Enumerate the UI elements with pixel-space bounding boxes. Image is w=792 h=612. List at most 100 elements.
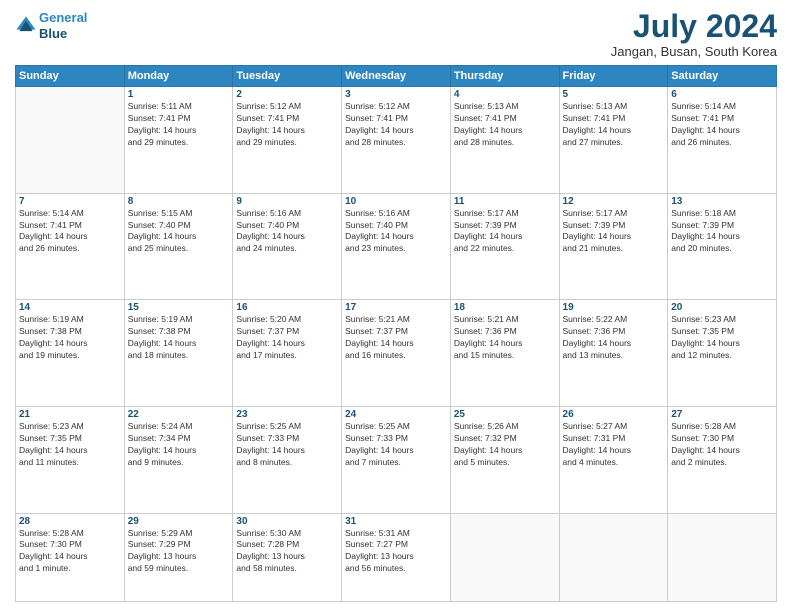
day-number: 24 (345, 409, 447, 420)
day-info: Sunrise: 5:25 AM Sunset: 7:33 PM Dayligh… (236, 421, 338, 469)
header-friday: Friday (559, 66, 668, 87)
table-row (668, 513, 777, 601)
calendar-table: Sunday Monday Tuesday Wednesday Thursday… (15, 65, 777, 602)
table-row: 10Sunrise: 5:16 AM Sunset: 7:40 PM Dayli… (342, 193, 451, 300)
day-number: 23 (236, 409, 338, 420)
title-area: July 2024 Jangan, Busan, South Korea (611, 10, 777, 59)
table-row: 31Sunrise: 5:31 AM Sunset: 7:27 PM Dayli… (342, 513, 451, 601)
table-row: 3Sunrise: 5:12 AM Sunset: 7:41 PM Daylig… (342, 87, 451, 194)
day-info: Sunrise: 5:25 AM Sunset: 7:33 PM Dayligh… (345, 421, 447, 469)
day-info: Sunrise: 5:12 AM Sunset: 7:41 PM Dayligh… (236, 101, 338, 149)
table-row: 23Sunrise: 5:25 AM Sunset: 7:33 PM Dayli… (233, 406, 342, 513)
header-sunday: Sunday (16, 66, 125, 87)
day-info: Sunrise: 5:24 AM Sunset: 7:34 PM Dayligh… (128, 421, 230, 469)
day-number: 14 (19, 302, 121, 313)
table-row: 4Sunrise: 5:13 AM Sunset: 7:41 PM Daylig… (450, 87, 559, 194)
page: General Blue July 2024 Jangan, Busan, So… (0, 0, 792, 612)
table-row: 12Sunrise: 5:17 AM Sunset: 7:39 PM Dayli… (559, 193, 668, 300)
day-number: 25 (454, 409, 556, 420)
table-row: 13Sunrise: 5:18 AM Sunset: 7:39 PM Dayli… (668, 193, 777, 300)
calendar-header-row: Sunday Monday Tuesday Wednesday Thursday… (16, 66, 777, 87)
table-row: 9Sunrise: 5:16 AM Sunset: 7:40 PM Daylig… (233, 193, 342, 300)
day-number: 26 (563, 409, 665, 420)
day-info: Sunrise: 5:28 AM Sunset: 7:30 PM Dayligh… (671, 421, 773, 469)
day-number: 12 (563, 196, 665, 207)
table-row: 29Sunrise: 5:29 AM Sunset: 7:29 PM Dayli… (124, 513, 233, 601)
day-number: 1 (128, 89, 230, 100)
location: Jangan, Busan, South Korea (611, 44, 777, 59)
day-info: Sunrise: 5:18 AM Sunset: 7:39 PM Dayligh… (671, 208, 773, 256)
logo-icon (15, 15, 37, 37)
day-number: 13 (671, 196, 773, 207)
day-number: 7 (19, 196, 121, 207)
day-number: 17 (345, 302, 447, 313)
day-number: 27 (671, 409, 773, 420)
table-row: 18Sunrise: 5:21 AM Sunset: 7:36 PM Dayli… (450, 300, 559, 407)
table-row: 19Sunrise: 5:22 AM Sunset: 7:36 PM Dayli… (559, 300, 668, 407)
table-row (450, 513, 559, 601)
day-info: Sunrise: 5:19 AM Sunset: 7:38 PM Dayligh… (19, 314, 121, 362)
day-info: Sunrise: 5:15 AM Sunset: 7:40 PM Dayligh… (128, 208, 230, 256)
day-number: 8 (128, 196, 230, 207)
table-row: 11Sunrise: 5:17 AM Sunset: 7:39 PM Dayli… (450, 193, 559, 300)
table-row: 16Sunrise: 5:20 AM Sunset: 7:37 PM Dayli… (233, 300, 342, 407)
table-row (559, 513, 668, 601)
table-row: 17Sunrise: 5:21 AM Sunset: 7:37 PM Dayli… (342, 300, 451, 407)
month-title: July 2024 (611, 10, 777, 42)
header: General Blue July 2024 Jangan, Busan, So… (15, 10, 777, 59)
table-row: 5Sunrise: 5:13 AM Sunset: 7:41 PM Daylig… (559, 87, 668, 194)
day-info: Sunrise: 5:12 AM Sunset: 7:41 PM Dayligh… (345, 101, 447, 149)
table-row: 15Sunrise: 5:19 AM Sunset: 7:38 PM Dayli… (124, 300, 233, 407)
day-info: Sunrise: 5:16 AM Sunset: 7:40 PM Dayligh… (345, 208, 447, 256)
day-number: 2 (236, 89, 338, 100)
header-tuesday: Tuesday (233, 66, 342, 87)
table-row: 24Sunrise: 5:25 AM Sunset: 7:33 PM Dayli… (342, 406, 451, 513)
table-row: 22Sunrise: 5:24 AM Sunset: 7:34 PM Dayli… (124, 406, 233, 513)
day-number: 4 (454, 89, 556, 100)
table-row: 21Sunrise: 5:23 AM Sunset: 7:35 PM Dayli… (16, 406, 125, 513)
header-saturday: Saturday (668, 66, 777, 87)
day-info: Sunrise: 5:31 AM Sunset: 7:27 PM Dayligh… (345, 528, 447, 576)
day-info: Sunrise: 5:14 AM Sunset: 7:41 PM Dayligh… (19, 208, 121, 256)
day-number: 29 (128, 516, 230, 527)
day-number: 3 (345, 89, 447, 100)
table-row: 28Sunrise: 5:28 AM Sunset: 7:30 PM Dayli… (16, 513, 125, 601)
day-number: 21 (19, 409, 121, 420)
day-number: 9 (236, 196, 338, 207)
table-row: 6Sunrise: 5:14 AM Sunset: 7:41 PM Daylig… (668, 87, 777, 194)
day-number: 16 (236, 302, 338, 313)
day-number: 20 (671, 302, 773, 313)
day-number: 30 (236, 516, 338, 527)
day-info: Sunrise: 5:29 AM Sunset: 7:29 PM Dayligh… (128, 528, 230, 576)
day-info: Sunrise: 5:17 AM Sunset: 7:39 PM Dayligh… (454, 208, 556, 256)
table-row: 7Sunrise: 5:14 AM Sunset: 7:41 PM Daylig… (16, 193, 125, 300)
header-thursday: Thursday (450, 66, 559, 87)
table-row: 27Sunrise: 5:28 AM Sunset: 7:30 PM Dayli… (668, 406, 777, 513)
day-number: 31 (345, 516, 447, 527)
logo-text: General Blue (39, 10, 87, 41)
day-number: 22 (128, 409, 230, 420)
day-info: Sunrise: 5:13 AM Sunset: 7:41 PM Dayligh… (563, 101, 665, 149)
day-number: 5 (563, 89, 665, 100)
day-number: 15 (128, 302, 230, 313)
day-number: 18 (454, 302, 556, 313)
day-info: Sunrise: 5:22 AM Sunset: 7:36 PM Dayligh… (563, 314, 665, 362)
day-info: Sunrise: 5:21 AM Sunset: 7:37 PM Dayligh… (345, 314, 447, 362)
day-number: 10 (345, 196, 447, 207)
day-info: Sunrise: 5:16 AM Sunset: 7:40 PM Dayligh… (236, 208, 338, 256)
day-info: Sunrise: 5:17 AM Sunset: 7:39 PM Dayligh… (563, 208, 665, 256)
header-wednesday: Wednesday (342, 66, 451, 87)
day-info: Sunrise: 5:23 AM Sunset: 7:35 PM Dayligh… (671, 314, 773, 362)
logo: General Blue (15, 10, 87, 41)
day-info: Sunrise: 5:20 AM Sunset: 7:37 PM Dayligh… (236, 314, 338, 362)
table-row: 30Sunrise: 5:30 AM Sunset: 7:28 PM Dayli… (233, 513, 342, 601)
day-info: Sunrise: 5:13 AM Sunset: 7:41 PM Dayligh… (454, 101, 556, 149)
table-row: 20Sunrise: 5:23 AM Sunset: 7:35 PM Dayli… (668, 300, 777, 407)
table-row: 8Sunrise: 5:15 AM Sunset: 7:40 PM Daylig… (124, 193, 233, 300)
day-number: 28 (19, 516, 121, 527)
day-number: 11 (454, 196, 556, 207)
table-row: 14Sunrise: 5:19 AM Sunset: 7:38 PM Dayli… (16, 300, 125, 407)
table-row (16, 87, 125, 194)
table-row: 2Sunrise: 5:12 AM Sunset: 7:41 PM Daylig… (233, 87, 342, 194)
day-info: Sunrise: 5:28 AM Sunset: 7:30 PM Dayligh… (19, 528, 121, 576)
